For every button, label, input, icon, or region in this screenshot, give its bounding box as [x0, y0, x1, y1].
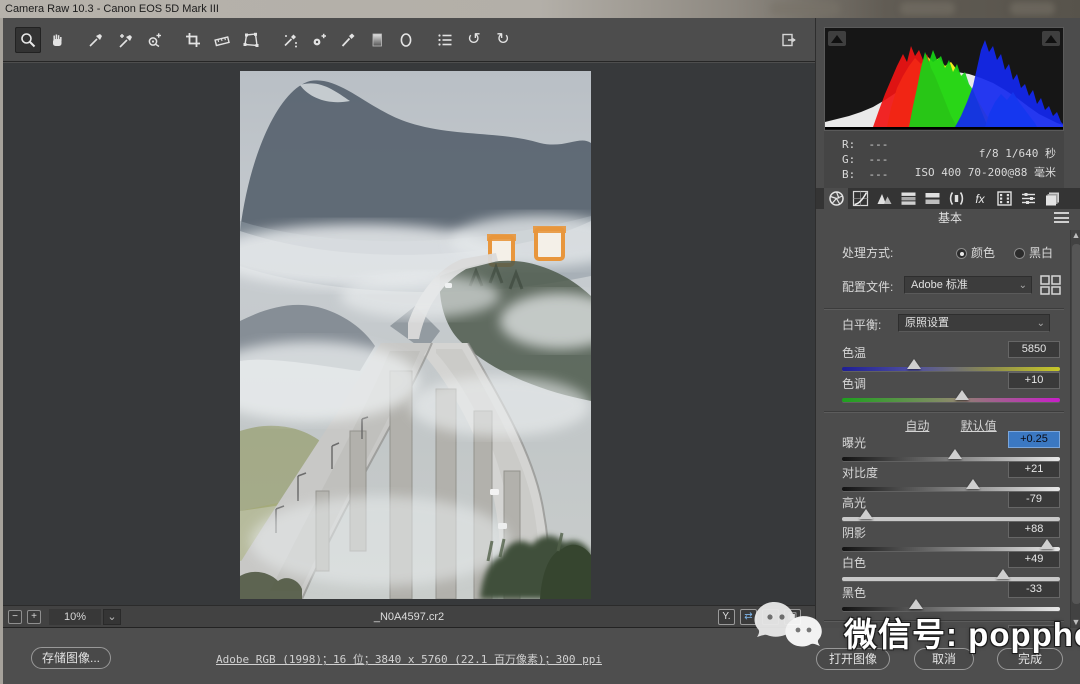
- preview-bottom-strip: − + 10% ⌄ _N0A4597.cr2 Y. ⇄ ⇥ ▣: [3, 605, 815, 628]
- graduated-filter-tool-icon[interactable]: [364, 27, 390, 53]
- profile-browser-icon[interactable]: [1040, 275, 1062, 295]
- process-row: 处理方式: 颜色 黑白: [842, 244, 1060, 261]
- workflow-options-link[interactable]: Adobe RGB (1998)；16 位；3840 x 5760 (22.1 …: [216, 653, 602, 666]
- tint-slider[interactable]: [842, 398, 1060, 402]
- tab-hsl-grayscale[interactable]: [896, 188, 920, 209]
- toggle-preview-button[interactable]: ▣: [784, 609, 801, 625]
- color-sampler-tool-icon[interactable]: [112, 27, 138, 53]
- profile-dropdown[interactable]: Adobe 标准⌄: [904, 276, 1032, 294]
- camera-raw-window: ↺ ↻: [0, 18, 1080, 684]
- profile-row: 配置文件: Adobe 标准⌄: [842, 278, 1060, 295]
- highlights-slider-row: 高光 -79: [842, 494, 1060, 511]
- process-bw-radio[interactable]: 黑白: [1014, 244, 1053, 261]
- title-bar: Camera Raw 10.3 - Canon EOS 5D Mark III: [0, 0, 1080, 18]
- cancel-button[interactable]: 取消: [914, 648, 974, 670]
- swap-before-after-button[interactable]: ⇄: [740, 609, 757, 625]
- exposure-value[interactable]: +0.25: [1008, 431, 1060, 448]
- highlights-value[interactable]: -79: [1008, 491, 1060, 508]
- fullscreen-toggle-icon[interactable]: [775, 27, 801, 53]
- open-image-button[interactable]: 打开图像: [816, 648, 890, 670]
- tab-tone-curve[interactable]: [848, 188, 872, 209]
- panel-tabs: fx: [816, 188, 1080, 209]
- crop-tool-icon[interactable]: [180, 27, 206, 53]
- process-color-radio[interactable]: 颜色: [956, 244, 995, 261]
- photo-preview[interactable]: [240, 71, 591, 599]
- preferences-tool-icon[interactable]: [432, 27, 458, 53]
- transform-tool-icon[interactable]: [238, 27, 264, 53]
- shadow-clipping-warning-icon[interactable]: [828, 31, 846, 46]
- highlight-clipping-warning-icon[interactable]: [1042, 31, 1060, 46]
- r-value: ---: [869, 138, 889, 151]
- blurred-region: [770, 2, 840, 15]
- settings-panel: R: --- G: --- B: --- f/8 1/640 秒 ISO 400…: [815, 18, 1080, 630]
- temperature-slider-row: 色温 5850: [842, 344, 1060, 361]
- blacks-slider-row: 黑色 -33: [842, 584, 1060, 601]
- scrollbar-thumb[interactable]: [1072, 244, 1080, 604]
- hand-tool-icon[interactable]: [44, 27, 70, 53]
- whites-value[interactable]: +49: [1008, 551, 1060, 568]
- aperture-shutter-label: f/8 1/640 秒: [915, 144, 1056, 163]
- white-balance-dropdown[interactable]: 原照设置⌄: [898, 314, 1050, 332]
- blurred-region: [1010, 2, 1055, 15]
- exposure-slider-row: 曝光 +0.25: [842, 434, 1060, 451]
- zoom-tool-icon[interactable]: [15, 27, 41, 53]
- scroll-down-icon[interactable]: ▼: [1071, 617, 1080, 627]
- tab-detail[interactable]: [872, 188, 896, 209]
- toolbar: ↺ ↻: [3, 18, 815, 62]
- temperature-slider[interactable]: [842, 367, 1060, 371]
- shadows-slider-row: 阴影 +88: [842, 524, 1060, 541]
- filename-label: _N0A4597.cr2: [3, 611, 815, 623]
- contrast-value[interactable]: +21: [1008, 461, 1060, 478]
- histogram[interactable]: [824, 27, 1064, 131]
- window-title: Camera Raw 10.3 - Canon EOS 5D Mark III: [5, 3, 219, 15]
- tab-snapshots[interactable]: [1040, 188, 1064, 209]
- blurred-region: [900, 2, 955, 15]
- panel-scrollbar[interactable]: ▲ ▼: [1070, 230, 1080, 628]
- tab-lens-corrections[interactable]: [944, 188, 968, 209]
- tab-camera-calibration[interactable]: [992, 188, 1016, 209]
- adjustment-brush-tool-icon[interactable]: [335, 27, 361, 53]
- tab-presets[interactable]: [1016, 188, 1040, 209]
- scroll-up-icon[interactable]: ▲: [1071, 230, 1080, 240]
- blacks-slider[interactable]: [842, 607, 1060, 611]
- rotate-right-icon[interactable]: ↻: [490, 27, 516, 53]
- radio-unselected-icon[interactable]: [1014, 248, 1025, 259]
- red-eye-tool-icon[interactable]: [306, 27, 332, 53]
- basic-panel: 处理方式: 颜色 黑白 配置文件: Adobe 标准⌄: [816, 228, 1068, 630]
- tint-slider-row: 色调 +10: [842, 375, 1060, 392]
- tab-basic[interactable]: [824, 188, 848, 209]
- spot-removal-tool-icon[interactable]: [277, 27, 303, 53]
- panel-header: 基本: [816, 209, 1080, 228]
- done-button[interactable]: 完成: [997, 648, 1063, 670]
- auto-link[interactable]: 自动: [905, 419, 929, 433]
- shadows-value[interactable]: +88: [1008, 521, 1060, 538]
- bottom-bar: 存储图像... Adobe RGB (1998)；16 位；3840 x 576…: [3, 628, 1080, 684]
- default-link[interactable]: 默认值: [961, 419, 997, 433]
- rotate-left-icon[interactable]: ↺: [461, 27, 487, 53]
- blacks-value[interactable]: -33: [1008, 581, 1060, 598]
- temperature-value[interactable]: 5850: [1008, 341, 1060, 358]
- contrast-slider-row: 对比度 +21: [842, 464, 1060, 481]
- targeted-adjustment-tool-icon[interactable]: [141, 27, 167, 53]
- radio-selected-icon[interactable]: [956, 248, 967, 259]
- straighten-tool-icon[interactable]: [209, 27, 235, 53]
- iso-lens-label: ISO 400 70-200@88 毫米: [915, 163, 1056, 182]
- whites-slider-row: 白色 +49: [842, 554, 1060, 571]
- g-value: ---: [869, 153, 889, 166]
- b-value: ---: [869, 168, 889, 181]
- copy-settings-button[interactable]: ⇥: [762, 609, 779, 625]
- preview-mode-button[interactable]: Y.: [718, 609, 735, 625]
- exif-info: R: --- G: --- B: --- f/8 1/640 秒 ISO 400…: [824, 131, 1064, 188]
- tint-value[interactable]: +10: [1008, 372, 1060, 389]
- radial-filter-tool-icon[interactable]: [393, 27, 419, 53]
- image-preview-area[interactable]: [3, 63, 815, 605]
- white-balance-tool-icon[interactable]: [83, 27, 109, 53]
- tab-split-toning[interactable]: [920, 188, 944, 209]
- white-balance-row: 白平衡: 原照设置⌄: [842, 316, 1060, 333]
- tab-effects[interactable]: fx: [968, 188, 992, 209]
- panel-flyout-menu-icon[interactable]: [1054, 212, 1069, 223]
